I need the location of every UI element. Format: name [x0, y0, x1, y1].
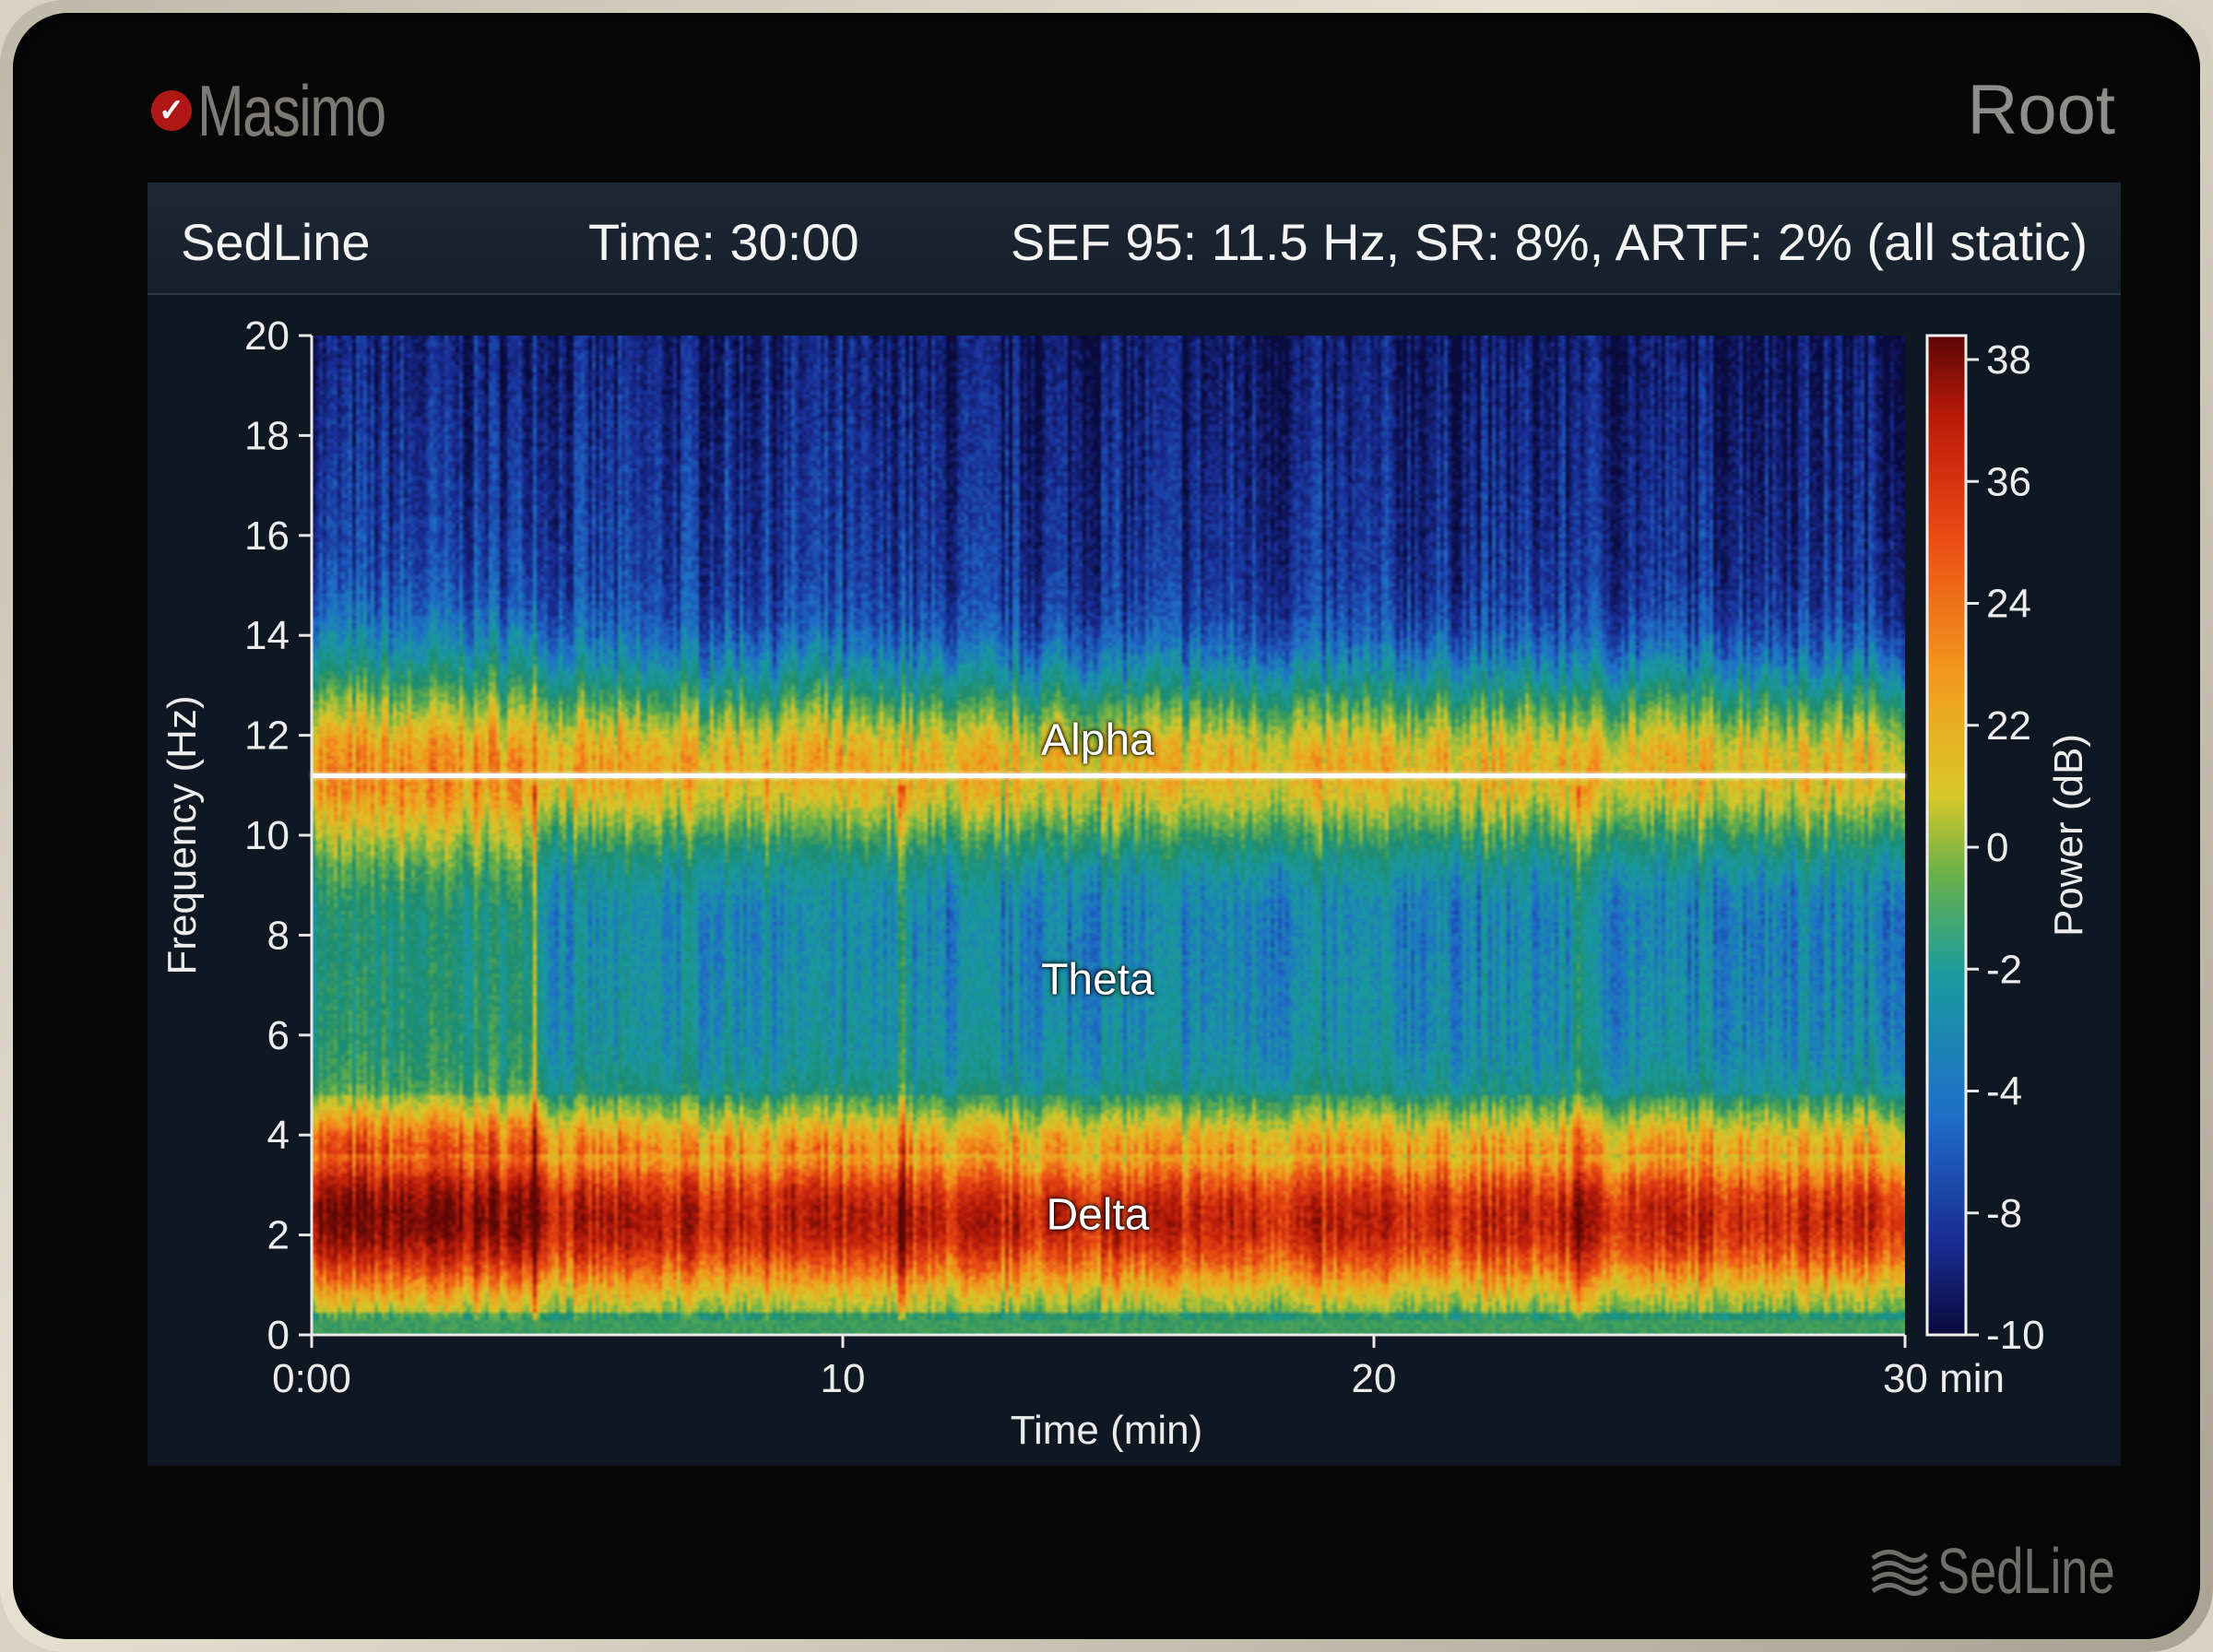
y-tick-label: 8	[267, 913, 290, 958]
colorbar-tick-label: -4	[1986, 1069, 2022, 1115]
x-axis: 0:00 10 20 30 min	[272, 1333, 2005, 1401]
x-tick-label: 30 min	[1883, 1356, 2005, 1401]
colorbar-gradient	[1925, 334, 1968, 1337]
colorbar-tick-label: 36	[1986, 459, 2031, 504]
y-axis: 0 2 4 6 8 10 12 14 16 18 20	[244, 313, 314, 1358]
display-screen: SedLine Time: 30:00 SEF 95: 11.5 Hz, SR:…	[148, 183, 2121, 1466]
colorbar-tick-label: -10	[1986, 1313, 2045, 1358]
sedline-logo: SedLine	[1869, 1534, 2115, 1608]
density-spectral-array-chart: Alpha Theta Delta 0 2 4 6 8 10 12 14 16 …	[148, 295, 2121, 1466]
colorbar-tick-label: -2	[1986, 947, 2022, 992]
chart-axes: 02468101214161820 0:00 10 20 30 min Frequen…	[160, 313, 2091, 1453]
colorbar-tick-label: -8	[1986, 1191, 2022, 1236]
sedline-logo-text: SedLine	[1937, 1535, 2115, 1607]
x-axis-title: Time (min)	[1011, 1408, 1203, 1453]
colorbar-tick-label: 24	[1986, 582, 2031, 627]
colorbar-tick-label: 22	[1986, 703, 2031, 749]
colorbar-tick-label: 38	[1986, 337, 2031, 383]
status-header-bar: SedLine Time: 30:00 SEF 95: 11.5 Hz, SR:…	[148, 183, 2121, 295]
x-tick-label: 10	[821, 1356, 866, 1401]
colorbar-tick-label: 0	[1986, 825, 2008, 870]
y-tick-label: 4	[267, 1113, 290, 1158]
y-tick-label: 0	[267, 1313, 290, 1358]
y-tick-label: 20	[244, 313, 290, 359]
sedline-wave-icon	[1871, 1550, 1928, 1596]
y-tick-label: 2	[267, 1213, 290, 1258]
y-tick-label: 10	[244, 813, 290, 858]
sef-sr-artf-readout: SEF 95: 11.5 Hz, SR: 8%, ARTF: 2% (all s…	[1010, 213, 2088, 271]
elapsed-time-readout: Time: 30:00	[588, 213, 859, 271]
root-model-label: Root	[1967, 71, 2115, 149]
y-tick-label: 18	[244, 413, 290, 458]
masimo-logo-text: Masimo	[197, 69, 386, 151]
y-tick-label: 16	[244, 513, 290, 559]
x-tick-label: 20	[1352, 1356, 1397, 1401]
y-tick-label: 6	[267, 1013, 290, 1058]
y-tick-label: 12	[244, 714, 290, 759]
colorbar: 38 36 24 22 0 -2 -4 -8 -10 Power (dB)	[1925, 334, 2091, 1358]
colorbar-title: Power (dB)	[2046, 734, 2091, 937]
app-title: SedLine	[181, 213, 371, 271]
y-tick-label: 14	[244, 613, 290, 658]
masimo-logo-icon: ✓	[151, 90, 192, 131]
y-axis-title: Frequency (Hz)	[160, 695, 205, 974]
masimo-logo: ✓ Masimo	[151, 65, 438, 157]
x-tick-label: 0:00	[272, 1356, 351, 1401]
